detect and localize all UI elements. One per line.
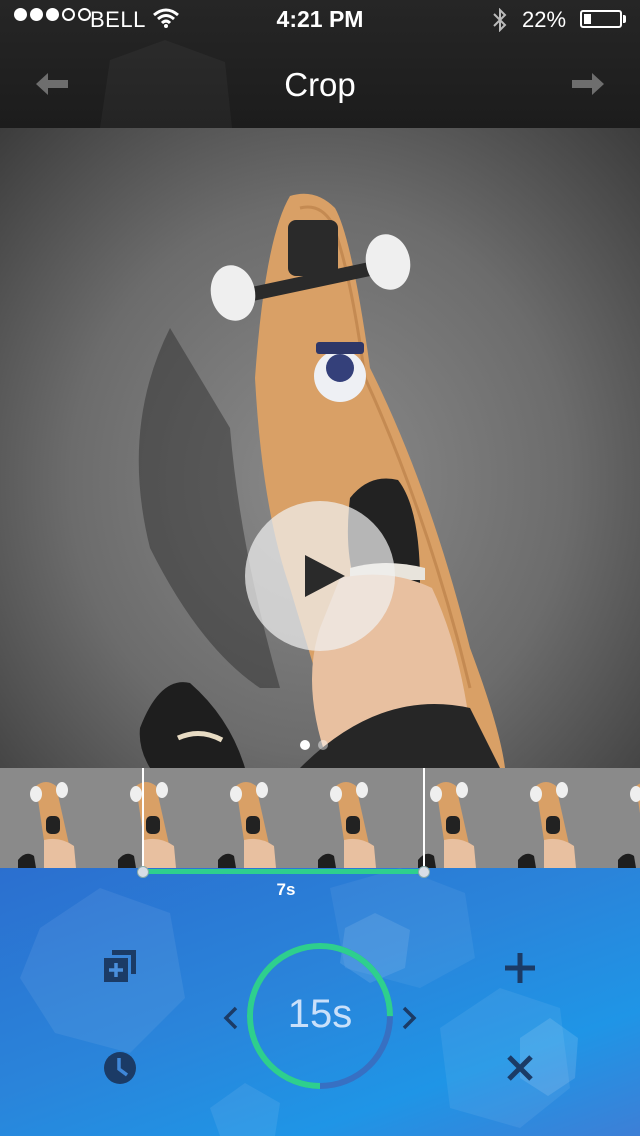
filmstrip-frame[interactable] — [600, 768, 640, 868]
preview-image — [138, 193, 505, 768]
battery-level — [584, 14, 591, 24]
trim-start-handle[interactable] — [137, 866, 149, 878]
page-indicator — [300, 740, 328, 750]
arrow-right-icon[interactable] — [570, 70, 606, 98]
play-button[interactable] — [245, 501, 395, 651]
status-bar: BELL 4:21 PM 22% — [0, 0, 640, 40]
clock-icon[interactable] — [102, 1050, 138, 1086]
filmstrip-frame[interactable] — [300, 768, 400, 868]
trim-selection-bar[interactable] — [143, 869, 423, 874]
bluetooth-icon — [493, 8, 507, 32]
plus-icon[interactable] — [503, 951, 537, 985]
battery-icon — [580, 10, 622, 28]
close-icon[interactable] — [506, 1054, 534, 1082]
top-bar: BELL 4:21 PM 22% Crop — [0, 0, 640, 128]
filmstrip[interactable] — [0, 768, 640, 868]
filmstrip-frame[interactable] — [100, 768, 200, 868]
chevron-right-icon[interactable] — [400, 1005, 418, 1031]
filmstrip-frame[interactable] — [0, 768, 100, 868]
filmstrip-frame[interactable] — [400, 768, 500, 868]
filmstrip-frame[interactable] — [500, 768, 600, 868]
duplicate-icon[interactable] — [102, 948, 138, 984]
page-dot — [300, 740, 310, 750]
trim-duration-label: 7s — [276, 880, 296, 899]
trim-end-line — [423, 768, 425, 874]
battery-percentage: 22% — [522, 7, 567, 32]
chevron-left-icon[interactable] — [222, 1005, 240, 1031]
video-preview[interactable] — [0, 128, 640, 768]
play-icon — [305, 555, 345, 597]
page-title: Crop — [284, 66, 356, 103]
trim-start-line — [142, 768, 144, 874]
battery-tip — [623, 15, 626, 23]
page-dot — [318, 740, 328, 750]
filmstrip-frame[interactable] — [200, 768, 300, 868]
timer-label: 15s — [287, 992, 353, 1036]
trim-end-handle[interactable] — [418, 866, 430, 878]
